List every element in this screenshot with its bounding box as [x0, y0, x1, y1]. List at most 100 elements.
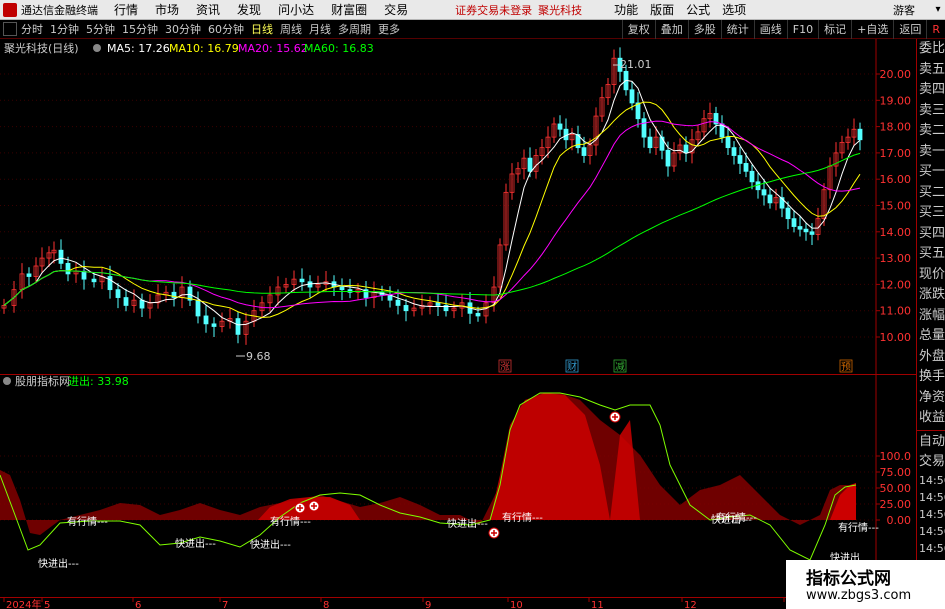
app-logo-icon [3, 2, 17, 17]
ma60-legend: MA60: 16.83 [304, 42, 374, 55]
period-1min[interactable]: 1分钟 [50, 21, 79, 37]
time-tick-label: 8 [323, 600, 329, 609]
menu-ask[interactable]: 问小达 [278, 1, 314, 18]
trade-label[interactable]: 交易 [917, 452, 945, 472]
menu-trade[interactable]: 交易 [384, 1, 408, 18]
dropdown-icon[interactable]: ▾ [931, 0, 945, 20]
tool-multi[interactable]: 多股 [687, 20, 721, 39]
signal-annotation: 快进出--- [447, 517, 488, 530]
menu-function[interactable]: 功能 [614, 1, 638, 18]
tick-time: 14:56 [919, 507, 945, 521]
tick-time: 14:56 [919, 473, 945, 487]
menu-market[interactable]: 市场 [155, 1, 179, 18]
candle-body [395, 299, 401, 306]
ma20-legend: MA20: 15.62 [238, 42, 308, 55]
price-tick-label: 20.00 [880, 68, 912, 81]
candle-body [81, 270, 87, 280]
signal-annotation: 快进出--- [175, 537, 216, 550]
candle-body [475, 312, 481, 317]
menu-news[interactable]: 资讯 [196, 1, 220, 18]
event-marker-label[interactable]: 预 [841, 361, 851, 373]
tool-add-watch[interactable]: +自选 [851, 20, 893, 39]
tool-stats[interactable]: 统计 [720, 20, 754, 39]
login-status[interactable]: 证券交易未登录 [455, 2, 532, 18]
kline-chart[interactable]: 20.00 19.00 18.00 17.00 16.00 15.00 14.00 13.00… [0, 39, 916, 374]
period-intraday[interactable]: 分时 [21, 21, 43, 37]
indicator-curve [0, 392, 857, 561]
tool-back[interactable]: 返回 [893, 20, 926, 39]
price-tick-label: 15.00 [880, 200, 912, 213]
indicator-tick-label: 100.0 [880, 450, 912, 463]
price-tick-label: 13.00 [880, 252, 912, 265]
menu-wealth[interactable]: 财富圈 [331, 1, 367, 18]
quote-item: 总量 [919, 328, 945, 343]
menu-layout[interactable]: 版面 [650, 1, 674, 18]
time-tick-label: 9 [425, 600, 431, 609]
period-30min[interactable]: 30分钟 [165, 21, 201, 37]
low-annotation: 9.68 [246, 350, 271, 363]
ma10-line [3, 101, 861, 319]
candle-body [803, 228, 809, 233]
candle-body [107, 276, 113, 291]
price-tick-label: 18.00 [880, 121, 912, 134]
panel-toggle-icon[interactable] [3, 22, 17, 36]
candle-body [737, 155, 743, 164]
stock-legend: 聚光科技(日线) [4, 41, 79, 55]
candle-body [91, 278, 97, 283]
period-60min[interactable]: 60分钟 [208, 21, 244, 37]
ma5-line [3, 79, 861, 326]
tool-draw[interactable]: 画线 [753, 20, 787, 39]
candle-body [339, 286, 345, 291]
menu-options[interactable]: 选项 [722, 1, 746, 18]
tool-mark[interactable]: 标记 [818, 20, 851, 39]
candle-body [123, 297, 129, 306]
period-weekly[interactable]: 周线 [280, 21, 302, 37]
period-5min[interactable]: 5分钟 [86, 21, 115, 37]
candle-body [809, 231, 815, 235]
quote-item: 涨跌 [919, 287, 945, 302]
tick-time: 14:56 [919, 524, 945, 538]
menu-quotes[interactable]: 行情 [114, 1, 138, 18]
price-tick-label: 17.00 [880, 147, 912, 160]
menu-formula[interactable]: 公式 [686, 1, 710, 18]
period-daily[interactable]: 日线 [251, 21, 273, 37]
indicator-settings-icon[interactable] [3, 377, 11, 385]
candle-body [139, 299, 145, 309]
quote-item: 现价 [919, 266, 945, 282]
menu-discover[interactable]: 发现 [237, 1, 261, 18]
time-tick-label: 10 [510, 600, 523, 609]
time-tick-label: 7 [222, 600, 228, 609]
kline-chart-svg: 20.00 19.00 18.00 17.00 16.00 15.00 14.00 13.00… [0, 39, 912, 374]
candle-body [195, 299, 201, 317]
period-more[interactable]: 更多 [378, 21, 400, 37]
event-marker-label[interactable]: 减 [615, 361, 625, 373]
indicator-chart[interactable]: 100.0 75.00 50.00 25.00 0.00 有行情--- 快进出--- 快进出… [0, 374, 916, 597]
watermark-title: 指标公式网 [806, 569, 891, 589]
event-marker-label[interactable]: 涨 [500, 361, 510, 373]
tool-overlay[interactable]: 叠加 [654, 20, 688, 39]
tool-adjust[interactable]: 复权 [621, 20, 655, 39]
signal-annotation: 有行情--- [67, 515, 108, 528]
candle-body [683, 144, 689, 154]
high-annotation: 21.01 [620, 58, 652, 71]
time-tick-label: 12 [684, 600, 697, 609]
event-marker-label[interactable]: 财 [567, 360, 577, 373]
candle-body [115, 289, 121, 298]
signal-annotation: 有行情--- [838, 521, 879, 534]
period-15min[interactable]: 15分钟 [122, 21, 158, 37]
settings-icon[interactable] [93, 44, 101, 52]
quote-item: 买一 [919, 164, 945, 179]
quote-item: 涨幅 [919, 307, 945, 323]
quote-panel: 委比 卖五 卖四 卖三 卖二 卖一 买一 买二 买三 买四 买五 现价 涨跌 涨幅 总量 外盘 换手 净资 收益 自… [916, 39, 945, 609]
time-axis: 2024年567891011121 [0, 597, 916, 609]
tool-f10[interactable]: F10 [786, 20, 818, 39]
indicator-tick-label: 50.00 [880, 482, 912, 495]
auto-trade-label[interactable]: 自动 [917, 432, 945, 452]
period-monthly[interactable]: 月线 [309, 21, 331, 37]
candlesticks [1, 47, 863, 345]
price-tick-label: 16.00 [880, 173, 912, 186]
candle-body [797, 226, 803, 230]
candle-body [725, 136, 731, 149]
guest-label[interactable]: 游客 [893, 2, 915, 18]
period-multi[interactable]: 多周期 [338, 21, 371, 37]
